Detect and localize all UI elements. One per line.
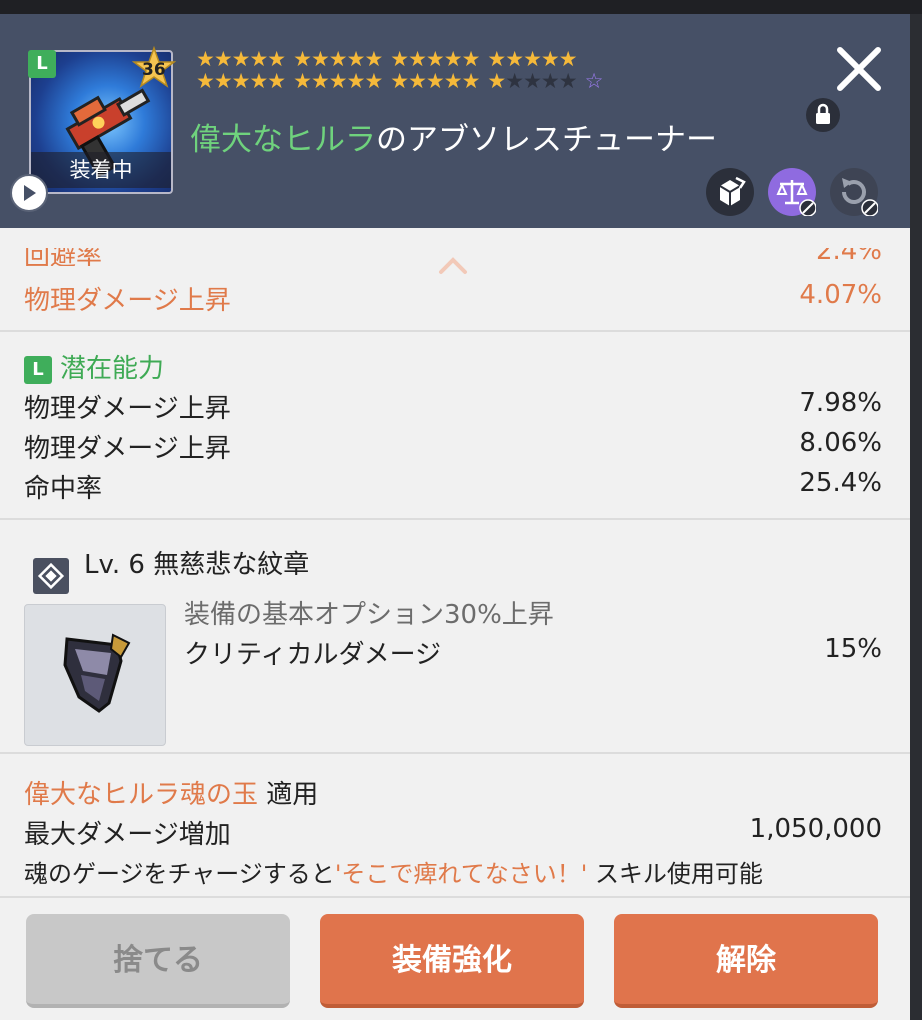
stat-row: 物理ダメージ上昇 4.07%: [24, 280, 882, 316]
soul-title: 偉大なヒルラ魂の玉 適用: [24, 780, 319, 810]
emblem-stat: クリティカルダメージ 15%: [184, 634, 882, 670]
play-icon: [24, 185, 36, 201]
potential-line: 物理ダメージ上昇 8.06%: [24, 428, 882, 464]
item-detail-panel: L 36 装着中 ★★★★★ ★★★★★ ★★★★★ ★★★★★ ★★★★★ ★★★★★…: [0, 14, 910, 1020]
star-force-row-1: ★★★★★ ★★★★★ ★★★★★ ★★★★★: [196, 47, 578, 71]
item-header: L 36 装着中 ★★★★★ ★★★★★ ★★★★★ ★★★★★ ★★★★★ ★★★★★…: [0, 14, 910, 228]
trade-scale-button[interactable]: [768, 168, 817, 217]
item-name: 偉大なヒルラのアブソレスチューナー: [190, 122, 717, 158]
enhance-button[interactable]: 装備強化: [320, 914, 584, 1008]
top-bar: [0, 0, 922, 14]
emblem-title: Lv. 6 無慈悲な紋章: [84, 550, 310, 580]
potential-grade-badge: L: [28, 50, 56, 78]
emblem-type-icon: [33, 558, 69, 594]
divider: [0, 518, 910, 520]
lock-icon[interactable]: [806, 98, 840, 132]
soul-skill-desc: 魂のゲージをチャージすると'そこで痺れてなさい！' スキル使用可能: [24, 860, 763, 888]
equipped-label: 装着中: [31, 152, 171, 188]
background-edge: [910, 14, 922, 1020]
item-level: 36: [142, 60, 166, 80]
divider: [0, 752, 910, 754]
transfer-button[interactable]: [706, 168, 754, 216]
unequip-button[interactable]: 解除: [614, 914, 878, 1008]
discard-button[interactable]: 捨てる: [26, 914, 290, 1008]
emblem-image: [24, 604, 166, 746]
potential-line: 命中率 25.4%: [24, 468, 882, 504]
potential-line: 物理ダメージ上昇 7.98%: [24, 388, 882, 424]
reset-button[interactable]: [830, 168, 879, 217]
soul-stat: 最大ダメージ増加 1,050,000: [24, 814, 882, 850]
amazing-star-icon: ☆: [584, 69, 604, 93]
scale-icon: [776, 180, 817, 217]
emblem-desc: 装備の基本オプション30%上昇: [184, 600, 554, 630]
divider: [0, 896, 910, 898]
transfer-box-icon: [719, 176, 746, 206]
star-force-row-2: ★★★★★ ★★★★★ ★★★★★ ★★★★★ ☆: [196, 69, 604, 93]
preview-play-button[interactable]: [10, 174, 48, 212]
potential-badge: L: [24, 356, 52, 384]
emblem-gauntlet-icon: [63, 633, 131, 713]
refresh-icon: [842, 178, 879, 217]
divider: [0, 330, 910, 332]
chevron-up-icon[interactable]: [437, 256, 469, 276]
potential-title: L 潜在能力: [24, 348, 882, 385]
close-icon[interactable]: [834, 44, 884, 94]
